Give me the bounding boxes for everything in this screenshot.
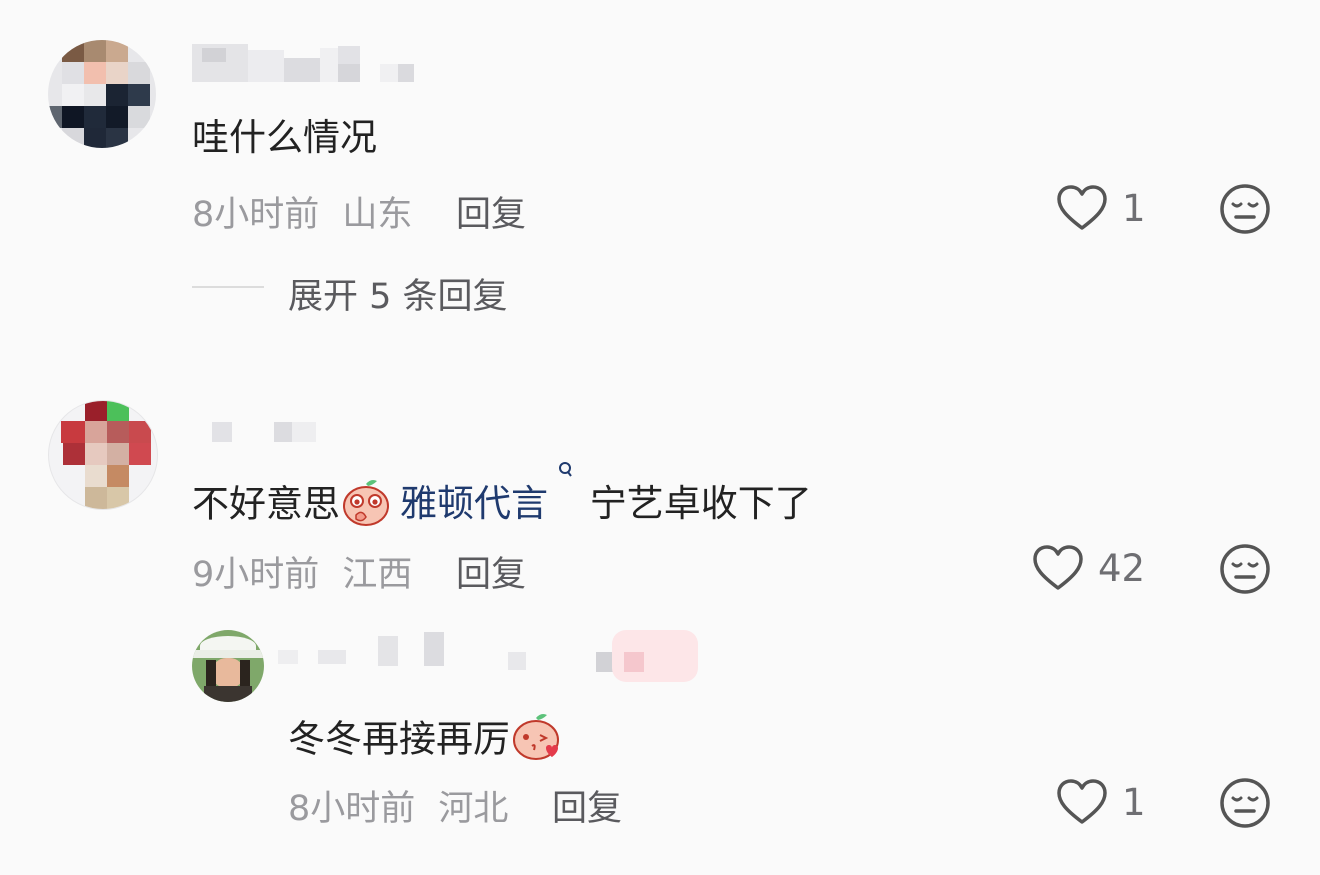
- reply-item: 冬冬再接再厉 8小时前 河北 回复 1: [190, 628, 1320, 848]
- comment-text-part: 宁艺卓收下了: [589, 482, 812, 526]
- kissing-face-emoji-icon: [510, 710, 562, 772]
- dislike-face-icon[interactable]: [1218, 182, 1272, 236]
- heart-icon: [1056, 778, 1108, 826]
- like-count: 42: [1098, 546, 1146, 590]
- blushing-face-emoji-icon: [340, 475, 392, 537]
- like-count: 1: [1122, 186, 1146, 230]
- comment-location: 江西: [342, 555, 413, 595]
- comment-location: 山东: [342, 195, 413, 235]
- reply-button[interactable]: 回复: [456, 546, 526, 597]
- comment-text: 不好意思 雅顿代言 宁艺卓收下了: [192, 461, 812, 537]
- comment-item: 不好意思 雅顿代言 宁艺卓收下了 9小时前 江西 回复 42 冬冬再接再厉 8小…: [0, 380, 1320, 860]
- dislike-face-icon[interactable]: [1218, 776, 1272, 830]
- comment-meta: 9小时前 江西: [192, 546, 412, 597]
- search-icon: [551, 461, 580, 508]
- username-blurred[interactable]: [192, 420, 332, 444]
- username-blurred[interactable]: [192, 44, 432, 84]
- like-button[interactable]: 42: [1032, 544, 1145, 592]
- reply-button[interactable]: 回复: [552, 780, 622, 831]
- heart-icon: [1032, 544, 1084, 592]
- comment-time: 8小时前: [192, 195, 320, 235]
- dislike-face-icon[interactable]: [1218, 542, 1272, 596]
- avatar[interactable]: [48, 40, 156, 148]
- mention-text: 雅顿代言: [400, 482, 548, 526]
- mention-link[interactable]: 雅顿代言: [400, 461, 580, 526]
- like-button[interactable]: 1: [1056, 184, 1146, 232]
- comment-text: 哇什么情况: [192, 116, 377, 159]
- like-button[interactable]: 1: [1056, 778, 1146, 826]
- like-count: 1: [1122, 780, 1146, 824]
- heart-icon: [1056, 184, 1108, 232]
- avatar[interactable]: [192, 630, 264, 702]
- reply-time: 8小时前: [288, 789, 416, 829]
- reply-meta: 8小时前 河北: [288, 780, 508, 831]
- reply-button[interactable]: 回复: [456, 186, 526, 237]
- reply-text: 冬冬再接再厉: [288, 710, 562, 772]
- comment-item: 哇什么情况 8小时前 山东 回复 1 展开 5 条回复: [0, 0, 1320, 330]
- username-blurred[interactable]: [278, 628, 708, 684]
- avatar[interactable]: [48, 400, 158, 510]
- comment-time: 9小时前: [192, 555, 320, 595]
- reply-location: 河北: [438, 789, 509, 829]
- comment-meta: 8小时前 山东: [192, 186, 412, 237]
- reply-text-part: 冬冬再接再厉: [288, 717, 510, 761]
- comment-text-part: 不好意思: [192, 482, 340, 526]
- expand-replies-button[interactable]: 展开 5 条回复: [288, 268, 508, 319]
- expand-divider: [192, 286, 264, 288]
